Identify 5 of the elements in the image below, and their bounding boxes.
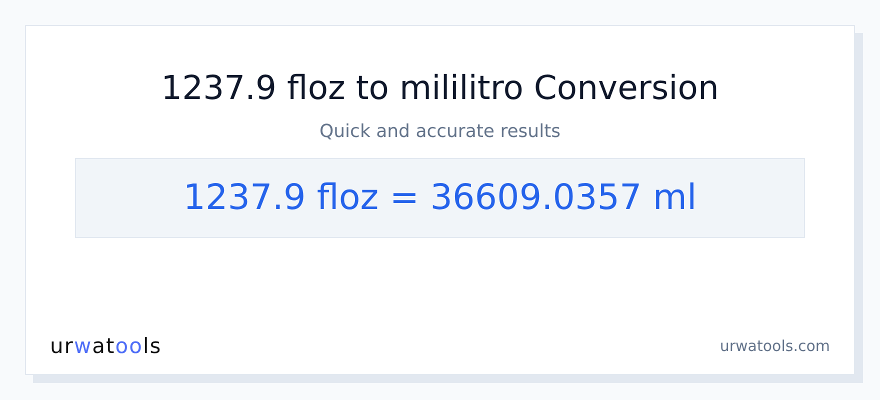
page-title: 1237.9 floz to mililitro Conversion (161, 68, 719, 107)
site-url: urwatools.com (720, 337, 830, 355)
result-panel: 1237.9 floz = 36609.0357 ml (75, 158, 805, 238)
logo: urwatools (50, 334, 162, 358)
subtitle: Quick and accurate results (319, 121, 561, 142)
